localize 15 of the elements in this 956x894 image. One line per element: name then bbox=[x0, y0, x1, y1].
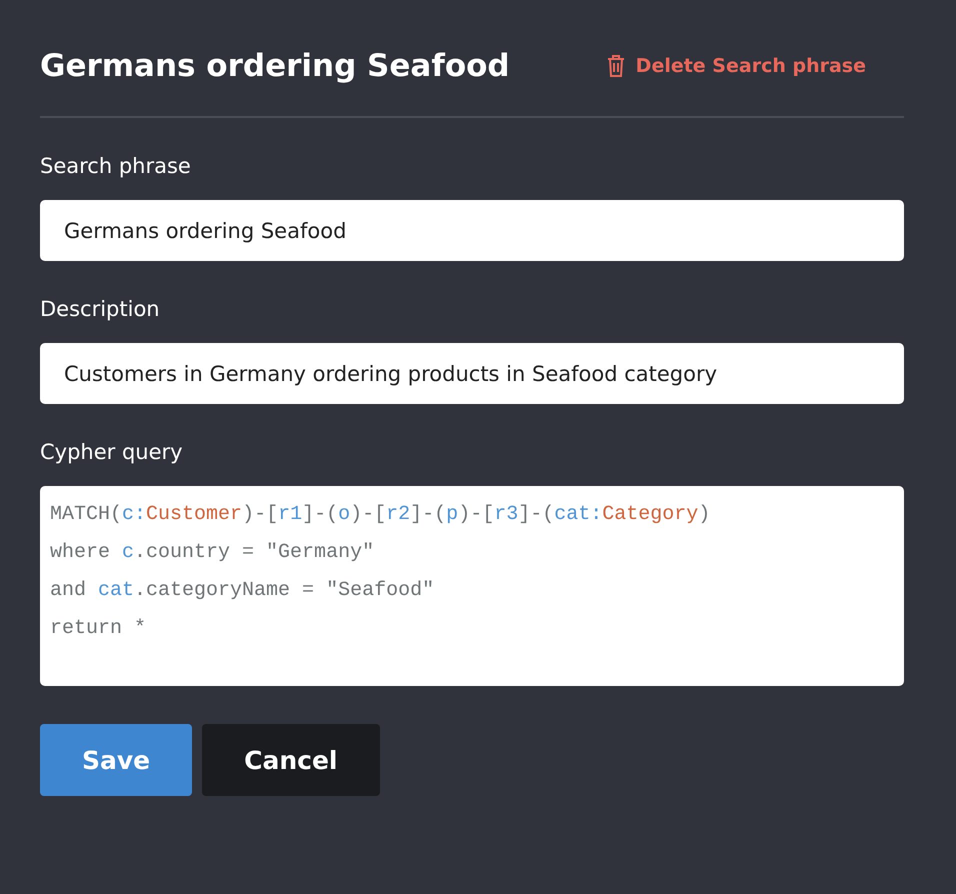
text-field[interactable]: Germans ordering Seafood bbox=[40, 200, 904, 261]
cancel-button[interactable]: Cancel bbox=[202, 724, 380, 796]
save-button[interactable]: Save bbox=[40, 724, 192, 796]
code-line: and cat.categoryName = "Seafood" bbox=[50, 578, 436, 604]
field-label: Cypher query bbox=[40, 440, 184, 464]
trash-icon bbox=[606, 54, 626, 78]
code-editor[interactable]: MATCH(c:Customer)-[r1]-(o)-[r2]-(p)-[r3]-(cat:Category) where c.country = "Germany" and cat.categoryName = "Seafood" return * bbox=[40, 486, 904, 686]
code-line: where c.country = "Germany" bbox=[50, 540, 376, 566]
field-label: Search phrase bbox=[40, 154, 192, 178]
text-field[interactable]: Customers in Germany ordering products in Seafood category bbox=[40, 343, 904, 404]
code-line: return * bbox=[50, 616, 148, 642]
field-label: Description bbox=[40, 297, 161, 321]
delete-link[interactable]: Delete Search phrase bbox=[606, 54, 866, 78]
code-line: MATCH(c:Customer)-[r1]-(o)-[r2]-(p)-[r3]-(cat:Category) bbox=[50, 502, 712, 528]
dialog-title: Germans ordering Seafood bbox=[40, 48, 510, 84]
